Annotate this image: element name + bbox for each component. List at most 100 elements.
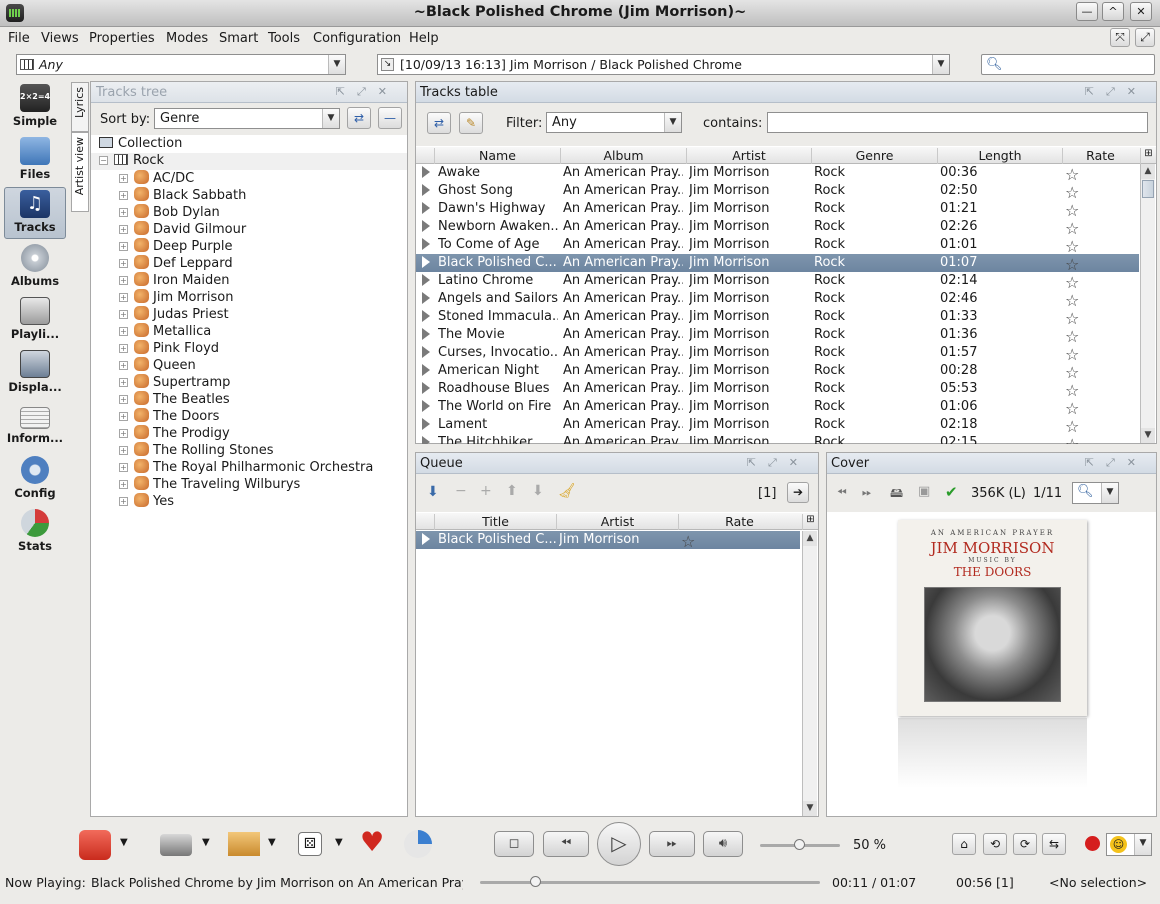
- table-row[interactable]: Awake An American Pray... Jim Morrison Rock…: [416, 164, 1139, 184]
- edit-icon[interactable]: ✎: [459, 112, 483, 134]
- tree-artist[interactable]: + Deep Purple: [119, 238, 232, 255]
- collapse-icon[interactable]: —: [378, 107, 402, 129]
- expand-icon[interactable]: +: [119, 191, 128, 200]
- shuffle-icon[interactable]: ⇆: [1042, 833, 1066, 855]
- column-chooser-icon[interactable]: ⊞: [1140, 148, 1156, 164]
- expand-icon[interactable]: +: [119, 361, 128, 370]
- tree-genre-rock[interactable]: − Rock: [91, 153, 407, 170]
- scroll-thumb[interactable]: [1142, 180, 1154, 198]
- expand-icon[interactable]: +: [119, 497, 128, 506]
- sync-icon[interactable]: ⇄: [347, 107, 371, 129]
- tree-artist[interactable]: + Judas Priest: [119, 306, 229, 323]
- menu-views[interactable]: Views: [41, 31, 79, 46]
- alarm-icon[interactable]: ⌂: [952, 833, 976, 855]
- perspective-stats[interactable]: Stats: [4, 507, 66, 557]
- stop-sign-icon[interactable]: [1085, 836, 1100, 851]
- tree-artist[interactable]: + AC/DC: [119, 170, 194, 187]
- menu-configuration[interactable]: Configuration: [313, 31, 401, 46]
- next-button[interactable]: ⏩︎: [649, 831, 695, 857]
- expand-icon[interactable]: +: [119, 174, 128, 183]
- col-length[interactable]: Length: [937, 148, 1062, 164]
- perspective-simple[interactable]: 2×2=4 Simple: [4, 82, 66, 132]
- expand-icon[interactable]: +: [119, 208, 128, 217]
- expand-icon[interactable]: +: [119, 395, 128, 404]
- tab-lyrics[interactable]: Lyrics: [71, 82, 89, 132]
- table-row[interactable]: The World on Fire An American Pray... Jim …: [416, 398, 1139, 418]
- col-album[interactable]: Album: [560, 148, 686, 164]
- tree-artist[interactable]: + Bob Dylan: [119, 204, 220, 221]
- chevron-down-icon[interactable]: ▼: [120, 837, 128, 848]
- add-icon[interactable]: +: [480, 483, 492, 499]
- table-row[interactable]: Black Polished C... An American Pray... Ji…: [416, 254, 1139, 274]
- menu-properties[interactable]: Properties: [89, 31, 155, 46]
- stop-after-icon[interactable]: ➔: [787, 482, 809, 503]
- maximize-button[interactable]: ^: [1102, 2, 1124, 21]
- chevron-down-icon[interactable]: ▼: [268, 837, 276, 848]
- move-down-icon[interactable]: ⬇: [532, 483, 544, 499]
- col-name[interactable]: Name: [434, 148, 560, 164]
- table-row[interactable]: Curses, Invocatio... An American Pray... J…: [416, 344, 1139, 364]
- tab-artist-view[interactable]: Artist view: [71, 132, 89, 212]
- menu-file[interactable]: File: [8, 31, 30, 46]
- panel-controls-icon[interactable]: ⇱⤢✕: [336, 85, 399, 99]
- ambience-select[interactable]: Any ▼: [16, 54, 346, 75]
- tree-artist[interactable]: + Queen: [119, 357, 196, 374]
- open-cover-icon[interactable]: ▣: [918, 484, 930, 499]
- cover-search-select[interactable]: 🔍︎ ▼: [1072, 482, 1119, 504]
- save-cover-icon[interactable]: 🖴︎: [890, 484, 903, 506]
- tree-artist[interactable]: + The Rolling Stones: [119, 442, 274, 459]
- volume-knob[interactable]: [794, 839, 805, 850]
- tree-artist[interactable]: + The Prodigy: [119, 425, 230, 442]
- mute-button[interactable]: 🔊︎: [703, 831, 743, 857]
- box-icon[interactable]: [228, 832, 260, 856]
- volume-slider[interactable]: [760, 839, 840, 850]
- col-title[interactable]: Title: [434, 514, 556, 530]
- tree-collection[interactable]: Collection: [99, 136, 182, 153]
- collapse-icon[interactable]: −: [99, 156, 108, 165]
- queue-scrollbar[interactable]: ▲ ▼: [802, 531, 817, 816]
- menu-help[interactable]: Help: [409, 31, 439, 46]
- perspective-playlists[interactable]: Playli...: [4, 295, 66, 345]
- expand-icon[interactable]: +: [119, 259, 128, 268]
- checkmark-icon[interactable]: ✔: [945, 483, 958, 501]
- tree-artist[interactable]: + Def Leppard: [119, 255, 233, 272]
- position-slider[interactable]: [480, 876, 820, 887]
- table-row[interactable]: Lament An American Pray... Jim Morrison Roc…: [416, 416, 1139, 436]
- tree-artist[interactable]: + Pink Floyd: [119, 340, 219, 357]
- previous-cover-icon[interactable]: ⏪︎: [837, 485, 847, 500]
- table-row[interactable]: Stoned Immacula... An American Pray... Jim…: [416, 308, 1139, 328]
- expand-icon[interactable]: +: [119, 276, 128, 285]
- table-row[interactable]: Angels and Sailors An American Pray... Jim…: [416, 290, 1139, 310]
- expand-icon[interactable]: +: [119, 344, 128, 353]
- perspective-tracks[interactable]: ♫ Tracks: [4, 187, 66, 239]
- expand-icon[interactable]: +: [119, 378, 128, 387]
- scroll-up-icon[interactable]: ▲: [803, 531, 817, 546]
- star-icon[interactable]: ☆: [681, 532, 695, 551]
- panel-controls-icon[interactable]: ⇱⤢✕: [747, 456, 810, 470]
- expand-icon[interactable]: +: [119, 480, 128, 489]
- perspective-config[interactable]: Config: [4, 454, 66, 504]
- panel-controls-icon[interactable]: ⇱⤢✕: [1085, 456, 1148, 470]
- table-row[interactable]: American Night An American Pray... Jim Mor…: [416, 362, 1139, 382]
- scroll-down-icon[interactable]: ▼: [1141, 428, 1155, 443]
- menu-tools[interactable]: Tools: [268, 31, 300, 46]
- tree-artist[interactable]: + Supertramp: [119, 374, 230, 391]
- webradio-icon[interactable]: [79, 830, 111, 860]
- col-genre[interactable]: Genre: [811, 148, 937, 164]
- mood-select[interactable]: ☺ ▼: [1106, 833, 1152, 856]
- expand-icon[interactable]: +: [119, 310, 128, 319]
- expand-icon[interactable]: ⤢: [1135, 28, 1155, 47]
- expand-icon[interactable]: +: [119, 412, 128, 421]
- tree-artist[interactable]: + Jim Morrison: [119, 289, 233, 306]
- col-artist[interactable]: Artist: [686, 148, 811, 164]
- expand-icon[interactable]: +: [119, 225, 128, 234]
- minimize-button[interactable]: —: [1076, 2, 1098, 21]
- remove-icon[interactable]: −: [455, 483, 467, 499]
- table-row[interactable]: The Movie An American Pray... Jim Morrison…: [416, 326, 1139, 346]
- chevron-down-icon[interactable]: ▼: [335, 837, 343, 848]
- perspective-display[interactable]: Displa...: [4, 348, 66, 398]
- tree-artist[interactable]: + The Doors: [119, 408, 219, 425]
- queue-row[interactable]: Black Polished C... Jim Morrison ☆: [416, 531, 800, 551]
- tree-artist[interactable]: + The Royal Philharmonic Orchestra: [119, 459, 373, 476]
- clear-queue-icon[interactable]: 🧹︎: [558, 483, 576, 499]
